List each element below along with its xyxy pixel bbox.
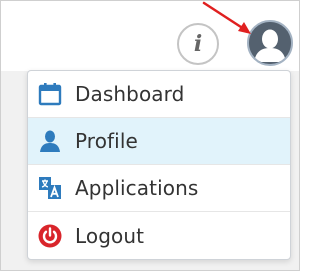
user-avatar-icon[interactable]: [247, 20, 293, 66]
avatar-silhouette-icon: [249, 22, 291, 64]
menu-item-profile[interactable]: Profile: [28, 118, 290, 165]
menu-item-label: Dashboard: [75, 82, 185, 106]
menu-item-applications[interactable]: Applications: [28, 165, 290, 212]
info-icon-glyph: i: [193, 31, 203, 57]
info-icon[interactable]: i: [177, 23, 219, 65]
menu-item-label: Logout: [75, 223, 145, 248]
user-icon: [38, 129, 62, 153]
menu-item-label: Applications: [75, 176, 199, 200]
menu-item-dashboard[interactable]: Dashboard: [28, 71, 290, 118]
calendar-icon: [38, 82, 62, 106]
menu-item-logout[interactable]: Logout: [28, 212, 290, 259]
menu-item-label: Profile: [75, 129, 138, 153]
translate-icon: [38, 176, 62, 200]
power-icon: [38, 224, 62, 248]
user-dropdown-menu: Dashboard Profile Applications Logout: [27, 70, 291, 260]
